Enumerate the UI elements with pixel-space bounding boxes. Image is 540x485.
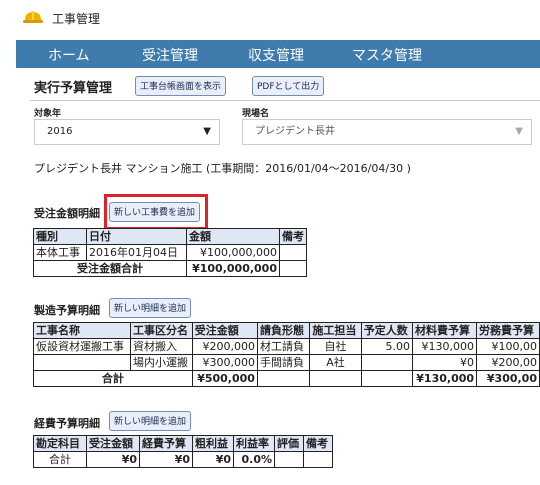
total-labor: ¥300,00	[476, 370, 540, 387]
year-select[interactable]: 2016 ▼	[34, 119, 220, 145]
type-cell: 本体工事	[33, 244, 87, 261]
total-label: 合計	[33, 370, 193, 387]
expense-table: 勘定科目 受注金額 経費予算 粗利益 利益率 評価 備考 合計 ¥0 ¥0 ¥0…	[33, 435, 333, 468]
table-header-row: 勘定科目 受注金額 経費予算 粗利益 利益率 評価 備考	[33, 435, 333, 452]
screen: 工事管理 ホーム 受注管理 収支管理 マスタ管理 実行予算管理 工事台帳画面を表…	[0, 0, 540, 485]
order-section-title: 受注金額明細	[34, 207, 100, 220]
name-cell	[32, 354, 132, 371]
export-pdf-button[interactable]: PDFとして出力	[252, 76, 325, 96]
amount-cell: ¥200,000	[191, 338, 258, 355]
form-cell: 材工請負	[256, 338, 311, 355]
column-header: 工事区分名	[130, 322, 193, 339]
add-expense-row-button[interactable]: 新しい明細を追加	[109, 411, 192, 431]
staff-cell: A社	[309, 354, 362, 371]
column-header: 種別	[33, 228, 87, 245]
material-cell: ¥130,000	[411, 338, 478, 355]
amount-cell: ¥100,000,000	[186, 244, 280, 261]
column-header: 受注金額	[86, 435, 140, 452]
highlight-box	[104, 194, 208, 230]
total-row: 受注金額合計 ¥100,000,000	[33, 260, 307, 277]
column-header: 請負形態	[256, 322, 311, 339]
total-profit: ¥0	[192, 451, 234, 468]
empty-cell	[279, 260, 307, 277]
column-header: 施工担当	[309, 322, 362, 339]
column-header: 勘定科目	[33, 435, 87, 452]
column-header: 評価	[274, 435, 304, 452]
column-header: 備考	[303, 435, 333, 452]
date-cell: 2016年01月04日	[86, 244, 187, 261]
people-cell: 5.00	[360, 338, 414, 355]
column-header: 利益率	[233, 435, 275, 452]
table-header-row: 種別 日付 金額 備考	[33, 228, 307, 245]
column-header: 粗利益	[192, 435, 234, 452]
column-header: 材料費予算	[411, 322, 478, 339]
table-row: 仮設資材運搬工事 資材搬入 ¥200,000 材工請負 自社 5.00 ¥130…	[32, 338, 540, 355]
column-header: 工事名称	[32, 322, 132, 339]
nav-home[interactable]: ホーム	[48, 45, 90, 65]
year-select-value: 2016	[47, 126, 73, 137]
add-manufacturing-row-button[interactable]: 新しい明細を追加	[109, 298, 192, 318]
column-header: 金額	[186, 228, 280, 245]
manufacturing-section-title: 製造予算明細	[34, 304, 100, 317]
year-label: 対象年	[34, 109, 62, 119]
order-table: 種別 日付 金額 備考 本体工事 2016年01月04日 ¥100,000,00…	[33, 228, 307, 277]
total-row: 合計 ¥500,000 ¥130,000 ¥300,00	[33, 370, 540, 387]
table-row: 本体工事 2016年01月04日 ¥100,000,000	[33, 244, 307, 261]
column-header: 経費予算	[139, 435, 193, 452]
dropdown-arrow-icon: ▼	[203, 126, 211, 137]
empty-cell	[309, 370, 362, 387]
amount-cell: ¥300,000	[191, 354, 258, 371]
total-material: ¥130,000	[411, 370, 478, 387]
total-label: 受注金額合計	[33, 260, 187, 277]
column-header: 日付	[86, 228, 187, 245]
note-cell	[279, 244, 307, 261]
manufacturing-table: 工事名称 工事区分名 受注金額 請負形態 施工担当 予定人数 材料費予算 労務費…	[32, 322, 540, 387]
nav-master[interactable]: マスタ管理	[352, 45, 422, 65]
project-summary: プレジデント長井 マンション施工 (工事期間：2016/01/04～2016/0…	[34, 162, 411, 175]
column-header: 備考	[279, 228, 307, 245]
column-header: 労務費予算	[476, 322, 540, 339]
table-header-row: 工事名称 工事区分名 受注金額 請負形態 施工担当 予定人数 材料費予算 労務費…	[32, 322, 540, 339]
main-nav: ホーム 受注管理 収支管理 マスタ管理	[16, 40, 540, 68]
dropdown-arrow-icon: ▼	[515, 126, 523, 137]
division-cell: 場内小運搬	[130, 354, 193, 371]
site-select[interactable]: プレジデント長井 ▼	[242, 119, 532, 145]
show-ledger-button[interactable]: 工事台帳画面を表示	[135, 76, 227, 96]
total-amount: ¥100,000,000	[186, 260, 280, 277]
column-header: 受注金額	[191, 322, 258, 339]
people-cell	[360, 354, 414, 371]
site-label: 現場名	[242, 109, 270, 119]
labor-cell: ¥200,00	[476, 354, 540, 371]
divider	[30, 100, 540, 101]
page-title: 実行予算管理	[34, 81, 113, 96]
nav-balance[interactable]: 収支管理	[248, 45, 304, 65]
division-cell: 資材搬入	[130, 338, 193, 355]
empty-cell	[256, 370, 311, 387]
staff-cell: 自社	[309, 338, 362, 355]
column-header: 予定人数	[360, 322, 414, 339]
table-row: 場内小運搬 ¥300,000 手間請負 A社 ¥0 ¥200,00	[32, 354, 540, 371]
app-title: 工事管理	[52, 12, 101, 26]
total-amount: ¥500,000	[191, 370, 258, 387]
nav-orders[interactable]: 受注管理	[142, 45, 198, 65]
note-cell	[303, 451, 333, 468]
total-budget: ¥0	[139, 451, 193, 468]
total-amount: ¥0	[86, 451, 140, 468]
total-row: 合計 ¥0 ¥0 ¥0 0.0%	[33, 451, 333, 468]
eval-cell	[274, 451, 304, 468]
name-cell: 仮設資材運搬工事	[32, 338, 132, 355]
material-cell: ¥0	[411, 354, 478, 371]
app-bar: 工事管理	[0, 0, 540, 36]
labor-cell: ¥100,00	[476, 338, 540, 355]
empty-cell	[360, 370, 414, 387]
total-label: 合計	[33, 451, 87, 468]
hard-hat-icon	[23, 11, 43, 23]
expense-section-title: 経費予算明細	[34, 417, 100, 430]
site-select-value: プレジデント長井	[255, 126, 335, 137]
total-rate: 0.0%	[233, 451, 275, 468]
form-cell: 手間請負	[256, 354, 311, 371]
